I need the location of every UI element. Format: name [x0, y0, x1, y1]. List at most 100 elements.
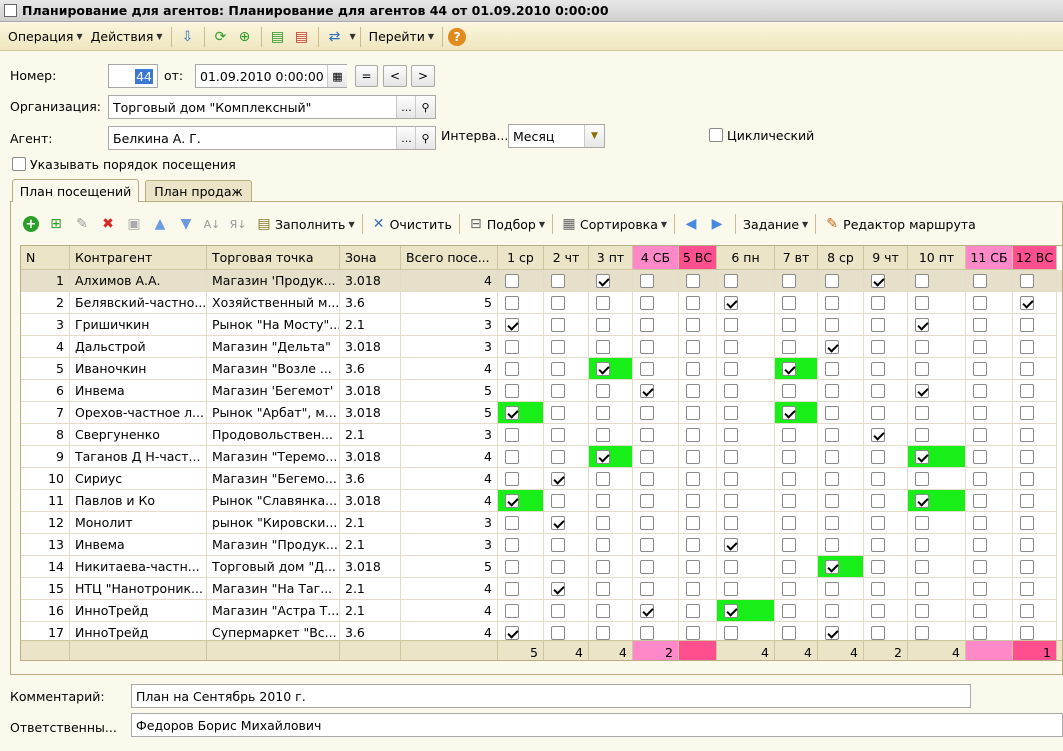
visit-checkbox[interactable] — [825, 274, 839, 288]
visit-checkbox[interactable] — [686, 626, 700, 640]
visit-checkbox[interactable] — [551, 472, 565, 486]
visit-checkbox[interactable] — [640, 318, 654, 332]
visit-checkbox[interactable] — [640, 450, 654, 464]
table-row[interactable]: 7 Орехов-частное л... Рынок "Арбат", м... 3… — [21, 402, 1062, 424]
visit-checkbox[interactable] — [596, 274, 610, 288]
visit-checkbox[interactable] — [505, 494, 519, 508]
visit-checkbox[interactable] — [551, 582, 565, 596]
visit-checkbox[interactable] — [551, 428, 565, 442]
visit-checkbox[interactable] — [825, 604, 839, 618]
visit-checkbox[interactable] — [1020, 296, 1034, 310]
visit-checkbox[interactable] — [724, 340, 738, 354]
visit-checkbox[interactable] — [973, 384, 987, 398]
calendar-icon[interactable]: ▦ — [327, 65, 347, 87]
visit-checkbox[interactable] — [596, 494, 610, 508]
visit-checkbox[interactable] — [724, 516, 738, 530]
table-row[interactable]: 2 Белявский-частно... Хозяйственный м... 3.… — [21, 292, 1062, 314]
visit-checkbox[interactable] — [825, 626, 839, 640]
visit-checkbox[interactable] — [871, 384, 885, 398]
visit-checkbox[interactable] — [640, 560, 654, 574]
table-row[interactable]: 3 Гришичкин Рынок "На Мосту"... 2.1 3 — [21, 314, 1062, 336]
visit-checkbox[interactable] — [871, 362, 885, 376]
visit-checkbox[interactable] — [915, 384, 929, 398]
visit-checkbox[interactable] — [871, 560, 885, 574]
visit-checkbox[interactable] — [596, 362, 610, 376]
visit-checkbox[interactable] — [686, 384, 700, 398]
visit-checkbox[interactable] — [724, 582, 738, 596]
visit-checkbox[interactable] — [871, 472, 885, 486]
sort-button[interactable]: ▦ Сортировка ▼ — [557, 212, 670, 236]
visit-checkbox[interactable] — [973, 274, 987, 288]
table-row[interactable]: 15 НТЦ "Нанотроник... Магазин "На Таг... 2.… — [21, 578, 1062, 600]
visit-checkbox[interactable] — [551, 318, 565, 332]
visit-checkbox[interactable] — [724, 538, 738, 552]
visit-checkbox[interactable] — [915, 472, 929, 486]
visit-checkbox[interactable] — [782, 450, 796, 464]
visit-checkbox[interactable] — [596, 318, 610, 332]
next-button[interactable]: > — [411, 65, 435, 87]
day-header[interactable]: 4 СБ — [633, 246, 679, 270]
prev-button[interactable]: < — [383, 65, 407, 87]
visit-checkbox[interactable] — [596, 538, 610, 552]
visit-checkbox[interactable] — [505, 318, 519, 332]
visit-checkbox[interactable] — [825, 516, 839, 530]
clear-button[interactable]: ✕ Очистить — [367, 212, 455, 236]
ellipsis-icon[interactable]: ... — [396, 96, 416, 118]
visit-checkbox[interactable] — [640, 626, 654, 640]
column-header[interactable]: Контрагент — [70, 246, 207, 270]
visit-checkbox[interactable] — [640, 582, 654, 596]
visit-checkbox[interactable] — [1020, 472, 1034, 486]
visit-checkbox[interactable] — [871, 296, 885, 310]
visit-checkbox[interactable] — [551, 274, 565, 288]
number-field[interactable]: 44 — [108, 64, 158, 88]
visit-checkbox[interactable] — [686, 604, 700, 618]
visit-checkbox[interactable] — [1020, 340, 1034, 354]
visit-checkbox[interactable] — [596, 296, 610, 310]
visit-checkbox[interactable] — [915, 560, 929, 574]
visit-checkbox[interactable] — [871, 538, 885, 552]
visit-checkbox[interactable] — [640, 296, 654, 310]
cyclic-checkbox[interactable] — [709, 128, 723, 142]
visit-checkbox[interactable] — [915, 604, 929, 618]
visit-checkbox[interactable] — [551, 560, 565, 574]
visit-checkbox[interactable] — [782, 340, 796, 354]
visit-checkbox[interactable] — [551, 604, 565, 618]
visit-checkbox[interactable] — [505, 340, 519, 354]
visit-checkbox[interactable] — [596, 340, 610, 354]
visit-checkbox[interactable] — [724, 450, 738, 464]
visit-checkbox[interactable] — [825, 560, 839, 574]
add-row-button[interactable]: + — [20, 212, 44, 236]
visit-checkbox[interactable] — [782, 384, 796, 398]
move-down-button[interactable]: ▼ — [174, 212, 200, 236]
visit-checkbox[interactable] — [915, 428, 929, 442]
visit-checkbox[interactable] — [915, 626, 929, 640]
visit-checkbox[interactable] — [782, 560, 796, 574]
visit-checkbox[interactable] — [915, 538, 929, 552]
visit-checkbox[interactable] — [915, 318, 929, 332]
visit-checkbox[interactable] — [1020, 582, 1034, 596]
visit-checkbox[interactable] — [782, 296, 796, 310]
visit-checkbox[interactable] — [551, 494, 565, 508]
end-edit-button[interactable]: ▣ — [122, 212, 148, 236]
visit-checkbox[interactable] — [640, 538, 654, 552]
visit-checkbox[interactable] — [686, 362, 700, 376]
day-header[interactable]: 3 пт — [589, 246, 633, 270]
day-header[interactable]: 7 вт — [775, 246, 818, 270]
back-button[interactable]: ◀ — [679, 212, 705, 236]
visit-checkbox[interactable] — [871, 274, 885, 288]
sort-desc-button[interactable]: Я↓ — [226, 212, 252, 236]
visit-checkbox[interactable] — [686, 450, 700, 464]
visit-checkbox[interactable] — [825, 538, 839, 552]
visit-checkbox[interactable] — [596, 604, 610, 618]
visit-checkbox[interactable] — [871, 340, 885, 354]
help-icon[interactable]: ? — [448, 27, 467, 46]
visit-checkbox[interactable] — [551, 406, 565, 420]
selection-button[interactable]: ⊟ Подбор ▼ — [464, 212, 548, 236]
visit-checkbox[interactable] — [686, 318, 700, 332]
visit-checkbox[interactable] — [596, 450, 610, 464]
visit-checkbox[interactable] — [724, 604, 738, 618]
visit-checkbox[interactable] — [686, 406, 700, 420]
visit-checkbox[interactable] — [640, 274, 654, 288]
visit-checkbox[interactable] — [825, 318, 839, 332]
visit-checkbox[interactable] — [973, 318, 987, 332]
